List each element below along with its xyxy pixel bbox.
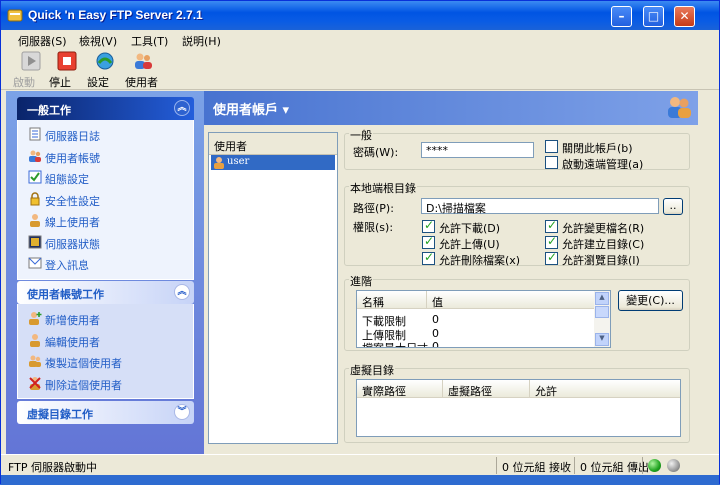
user-list-header[interactable]: 使用者: [209, 133, 337, 155]
path-field[interactable]: D:\掃描檔案: [421, 198, 659, 215]
add-user-icon: [29, 312, 42, 325]
users-icon: [29, 150, 41, 162]
user-list-row[interactable]: user: [211, 155, 335, 170]
virtual-dirs-group: 虛擬目錄 實際路徑 虛擬路徑 允許: [344, 362, 690, 443]
collapse-icon[interactable]: ︽: [174, 284, 190, 300]
general-tasks-group: 一般工作 ︽ 伺服器日誌 使用者帳號 組態設定 安全性設定 線上使用者 伺服器狀…: [17, 97, 194, 280]
play-icon: [21, 51, 41, 71]
menu-bar: 伺服器(S) 檢視(V) 工具(T) 説明(H): [1, 30, 719, 50]
app-window: Quick 'n Easy FTP Server 2.7.1 – □ ✕ 伺服器…: [0, 0, 720, 485]
task-user-accounts[interactable]: 使用者帳號: [18, 146, 193, 168]
column-value[interactable]: 值: [427, 291, 597, 309]
task-security[interactable]: 安全性設定: [18, 189, 193, 211]
column-allow[interactable]: 允許: [530, 380, 680, 398]
adv-row-value: 0: [432, 313, 439, 326]
app-icon: [7, 9, 23, 22]
toolbar: 啟動 停止 設定 使用者: [1, 50, 719, 90]
expand-icon[interactable]: ︾: [174, 404, 190, 420]
general-tasks-body: 伺服器日誌 使用者帳號 組態設定 安全性設定 線上使用者 伺服器狀態 登入訊息: [17, 120, 194, 280]
copy-user-icon: [29, 355, 41, 367]
advanced-group: 進階 名稱 值 下載限制 0 上傳限制 0 檔案最大尺寸 0 ▲ ▼ 變更(C)…: [344, 273, 690, 351]
status-icon: [28, 235, 42, 248]
activity-indicator: [667, 459, 680, 472]
local-root-group: 本地端根目錄 路徑(P): D:\掃描檔案 .. 權限(s): 允許下載(D) …: [344, 180, 690, 267]
log-icon: [29, 127, 41, 141]
online-user-icon: [30, 214, 40, 227]
account-tasks-group: 使用者帳號工作 ︽ 新增使用者 編輯使用者 複製這個使用者 刪除這個使用者: [17, 281, 194, 399]
settings-icon: [96, 52, 114, 70]
close-button[interactable]: ✕: [674, 6, 695, 27]
advanced-list[interactable]: 名稱 值 下載限制 0 上傳限制 0 檔案最大尺寸 0 ▲ ▼: [356, 290, 611, 348]
user-icon: [214, 157, 224, 169]
server-running-indicator: [648, 459, 661, 472]
account-tasks-header[interactable]: 使用者帳號工作 ︽: [17, 281, 194, 304]
users-icon: [668, 97, 691, 118]
window-title: Quick 'n Easy FTP Server 2.7.1: [28, 8, 203, 22]
bytes-sent: 0 位元組 傳出: [580, 461, 649, 474]
general-tasks-header[interactable]: 一般工作 ︽: [17, 97, 194, 120]
task-login-message[interactable]: 登入訊息: [18, 253, 193, 275]
status-bar: FTP 伺服器啟動中 0 位元組 接收 0 位元組 傳出: [1, 454, 719, 475]
adv-row-name: 檔案最大尺寸: [362, 340, 428, 347]
task-server-log[interactable]: 伺服器日誌: [18, 124, 193, 146]
menu-help[interactable]: 説明(H): [182, 33, 221, 49]
lock-icon: [30, 191, 40, 205]
task-add-user[interactable]: 新增使用者: [18, 308, 193, 330]
menu-server[interactable]: 伺服器(S): [18, 33, 67, 49]
column-real-path[interactable]: 實際路徑: [357, 380, 443, 398]
settings-button[interactable]: 設定: [87, 51, 123, 89]
delete-user-icon: [29, 376, 41, 390]
users-button[interactable]: 使用者: [125, 51, 161, 89]
menu-view[interactable]: 檢視(V): [79, 33, 117, 49]
task-edit-user[interactable]: 編輯使用者: [18, 330, 193, 352]
password-label: 密碼(W):: [353, 146, 399, 159]
stop-icon: [57, 51, 77, 71]
change-button[interactable]: 變更(C)...: [618, 290, 683, 311]
task-pane: 一般工作 ︽ 伺服器日誌 使用者帳號 組態設定 安全性設定 線上使用者 伺服器狀…: [6, 91, 204, 454]
task-delete-user[interactable]: 刪除這個使用者: [18, 373, 193, 395]
minimize-button[interactable]: –: [611, 6, 632, 27]
main-header: 使用者帳戶 ▾: [204, 91, 698, 125]
user-list[interactable]: 使用者 user: [208, 132, 338, 444]
bytes-received: 0 位元組 接收: [502, 461, 571, 474]
task-copy-user[interactable]: 複製這個使用者: [18, 351, 193, 373]
task-server-status[interactable]: 伺服器狀態: [18, 232, 193, 254]
adv-row-value: 0: [432, 327, 439, 340]
menu-tools[interactable]: 工具(T): [131, 33, 168, 49]
virtual-dir-tasks-group: 虛擬目錄工作 ︾: [17, 401, 194, 424]
main-pane: 使用者帳戶 ▾ 使用者 user 一般 密碼(W): **** 關閉此帳戶(b)…: [204, 91, 698, 454]
virtual-dir-tasks-header[interactable]: 虛擬目錄工作 ︾: [17, 401, 194, 424]
edit-user-icon: [30, 333, 40, 347]
general-group: 一般 密碼(W): **** 關閉此帳戶(b) 啟動遠端管理(a): [344, 127, 690, 171]
virtual-dirs-list[interactable]: 實際路徑 虛擬路徑 允許: [356, 379, 681, 437]
permissions-label: 權限(s):: [353, 221, 394, 234]
title-bar[interactable]: Quick 'n Easy FTP Server 2.7.1 – □ ✕: [1, 1, 719, 30]
stop-button[interactable]: 停止: [49, 51, 85, 89]
collapse-icon[interactable]: ︽: [174, 100, 190, 116]
account-tasks-body: 新增使用者 編輯使用者 複製這個使用者 刪除這個使用者: [17, 304, 194, 399]
task-online-users[interactable]: 線上使用者: [18, 210, 193, 232]
main-title[interactable]: 使用者帳戶 ▾: [213, 99, 289, 118]
virtual-dirs-header: 實際路徑 虛擬路徑 允許: [357, 380, 680, 398]
browse-button[interactable]: ..: [663, 198, 683, 215]
start-button[interactable]: 啟動: [13, 51, 49, 89]
maximize-button[interactable]: □: [643, 6, 664, 27]
column-name[interactable]: 名稱: [357, 291, 427, 309]
task-config[interactable]: 組態設定: [18, 167, 193, 189]
config-icon: [28, 170, 42, 184]
vertical-scrollbar[interactable]: ▲ ▼: [594, 291, 610, 347]
message-icon: [28, 257, 42, 269]
adv-row-value: 0: [432, 340, 439, 348]
users-icon: [135, 53, 152, 69]
password-field[interactable]: ****: [421, 142, 534, 158]
status-text: FTP 伺服器啟動中: [8, 461, 97, 474]
advanced-list-header: 名稱 值: [357, 291, 597, 309]
column-virtual-path[interactable]: 虛擬路徑: [443, 380, 530, 398]
path-label: 路徑(P):: [353, 202, 394, 215]
